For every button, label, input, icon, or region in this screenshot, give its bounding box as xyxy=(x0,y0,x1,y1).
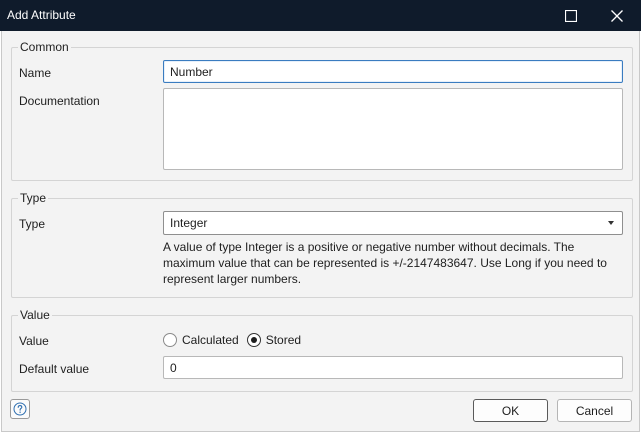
ok-button[interactable]: OK xyxy=(473,399,548,422)
stored-radio-circle[interactable] xyxy=(246,333,261,347)
help-button[interactable] xyxy=(10,399,30,419)
value-label: Value xyxy=(19,334,49,348)
calculated-radio-label: Calculated xyxy=(182,333,239,347)
maximize-icon xyxy=(565,9,577,22)
close-icon xyxy=(611,9,623,22)
name-input-value: Number xyxy=(170,64,213,79)
stored-radio-label: Stored xyxy=(265,333,302,347)
title-bar: Add Attribute xyxy=(0,0,641,31)
default-value-input-value: 0 xyxy=(170,360,177,375)
default-value-label: Default value xyxy=(19,362,90,376)
documentation-label: Documentation xyxy=(19,94,100,108)
type-description: A value of type Integer is a positive or… xyxy=(163,240,607,286)
type-dropdown[interactable]: Integer xyxy=(163,211,623,235)
stored-radio[interactable]: Stored xyxy=(246,333,302,347)
common-legend: Common xyxy=(20,40,69,54)
help-icon xyxy=(13,402,27,416)
name-label: Name xyxy=(19,66,52,80)
close-button[interactable] xyxy=(594,0,640,31)
calculated-radio[interactable]: Calculated xyxy=(163,333,239,347)
window-title: Add Attribute xyxy=(7,8,76,22)
chevron-down-icon xyxy=(608,221,614,225)
maximize-button[interactable] xyxy=(548,0,594,31)
name-input[interactable]: Number xyxy=(163,60,623,83)
type-dropdown-value: Integer xyxy=(170,216,208,230)
calculated-radio-circle[interactable] xyxy=(163,333,177,347)
type-label: Type xyxy=(19,217,46,231)
value-group: Value xyxy=(11,308,633,392)
type-legend: Type xyxy=(20,191,47,205)
cancel-button[interactable]: Cancel xyxy=(557,399,632,422)
dialog-body: Common Name Number Documentation Type Ty… xyxy=(1,31,640,432)
default-value-input[interactable]: 0 xyxy=(163,356,623,379)
value-legend: Value xyxy=(20,308,50,322)
documentation-textarea[interactable] xyxy=(163,88,623,170)
value-radio-group: Calculated Stored xyxy=(163,333,309,347)
